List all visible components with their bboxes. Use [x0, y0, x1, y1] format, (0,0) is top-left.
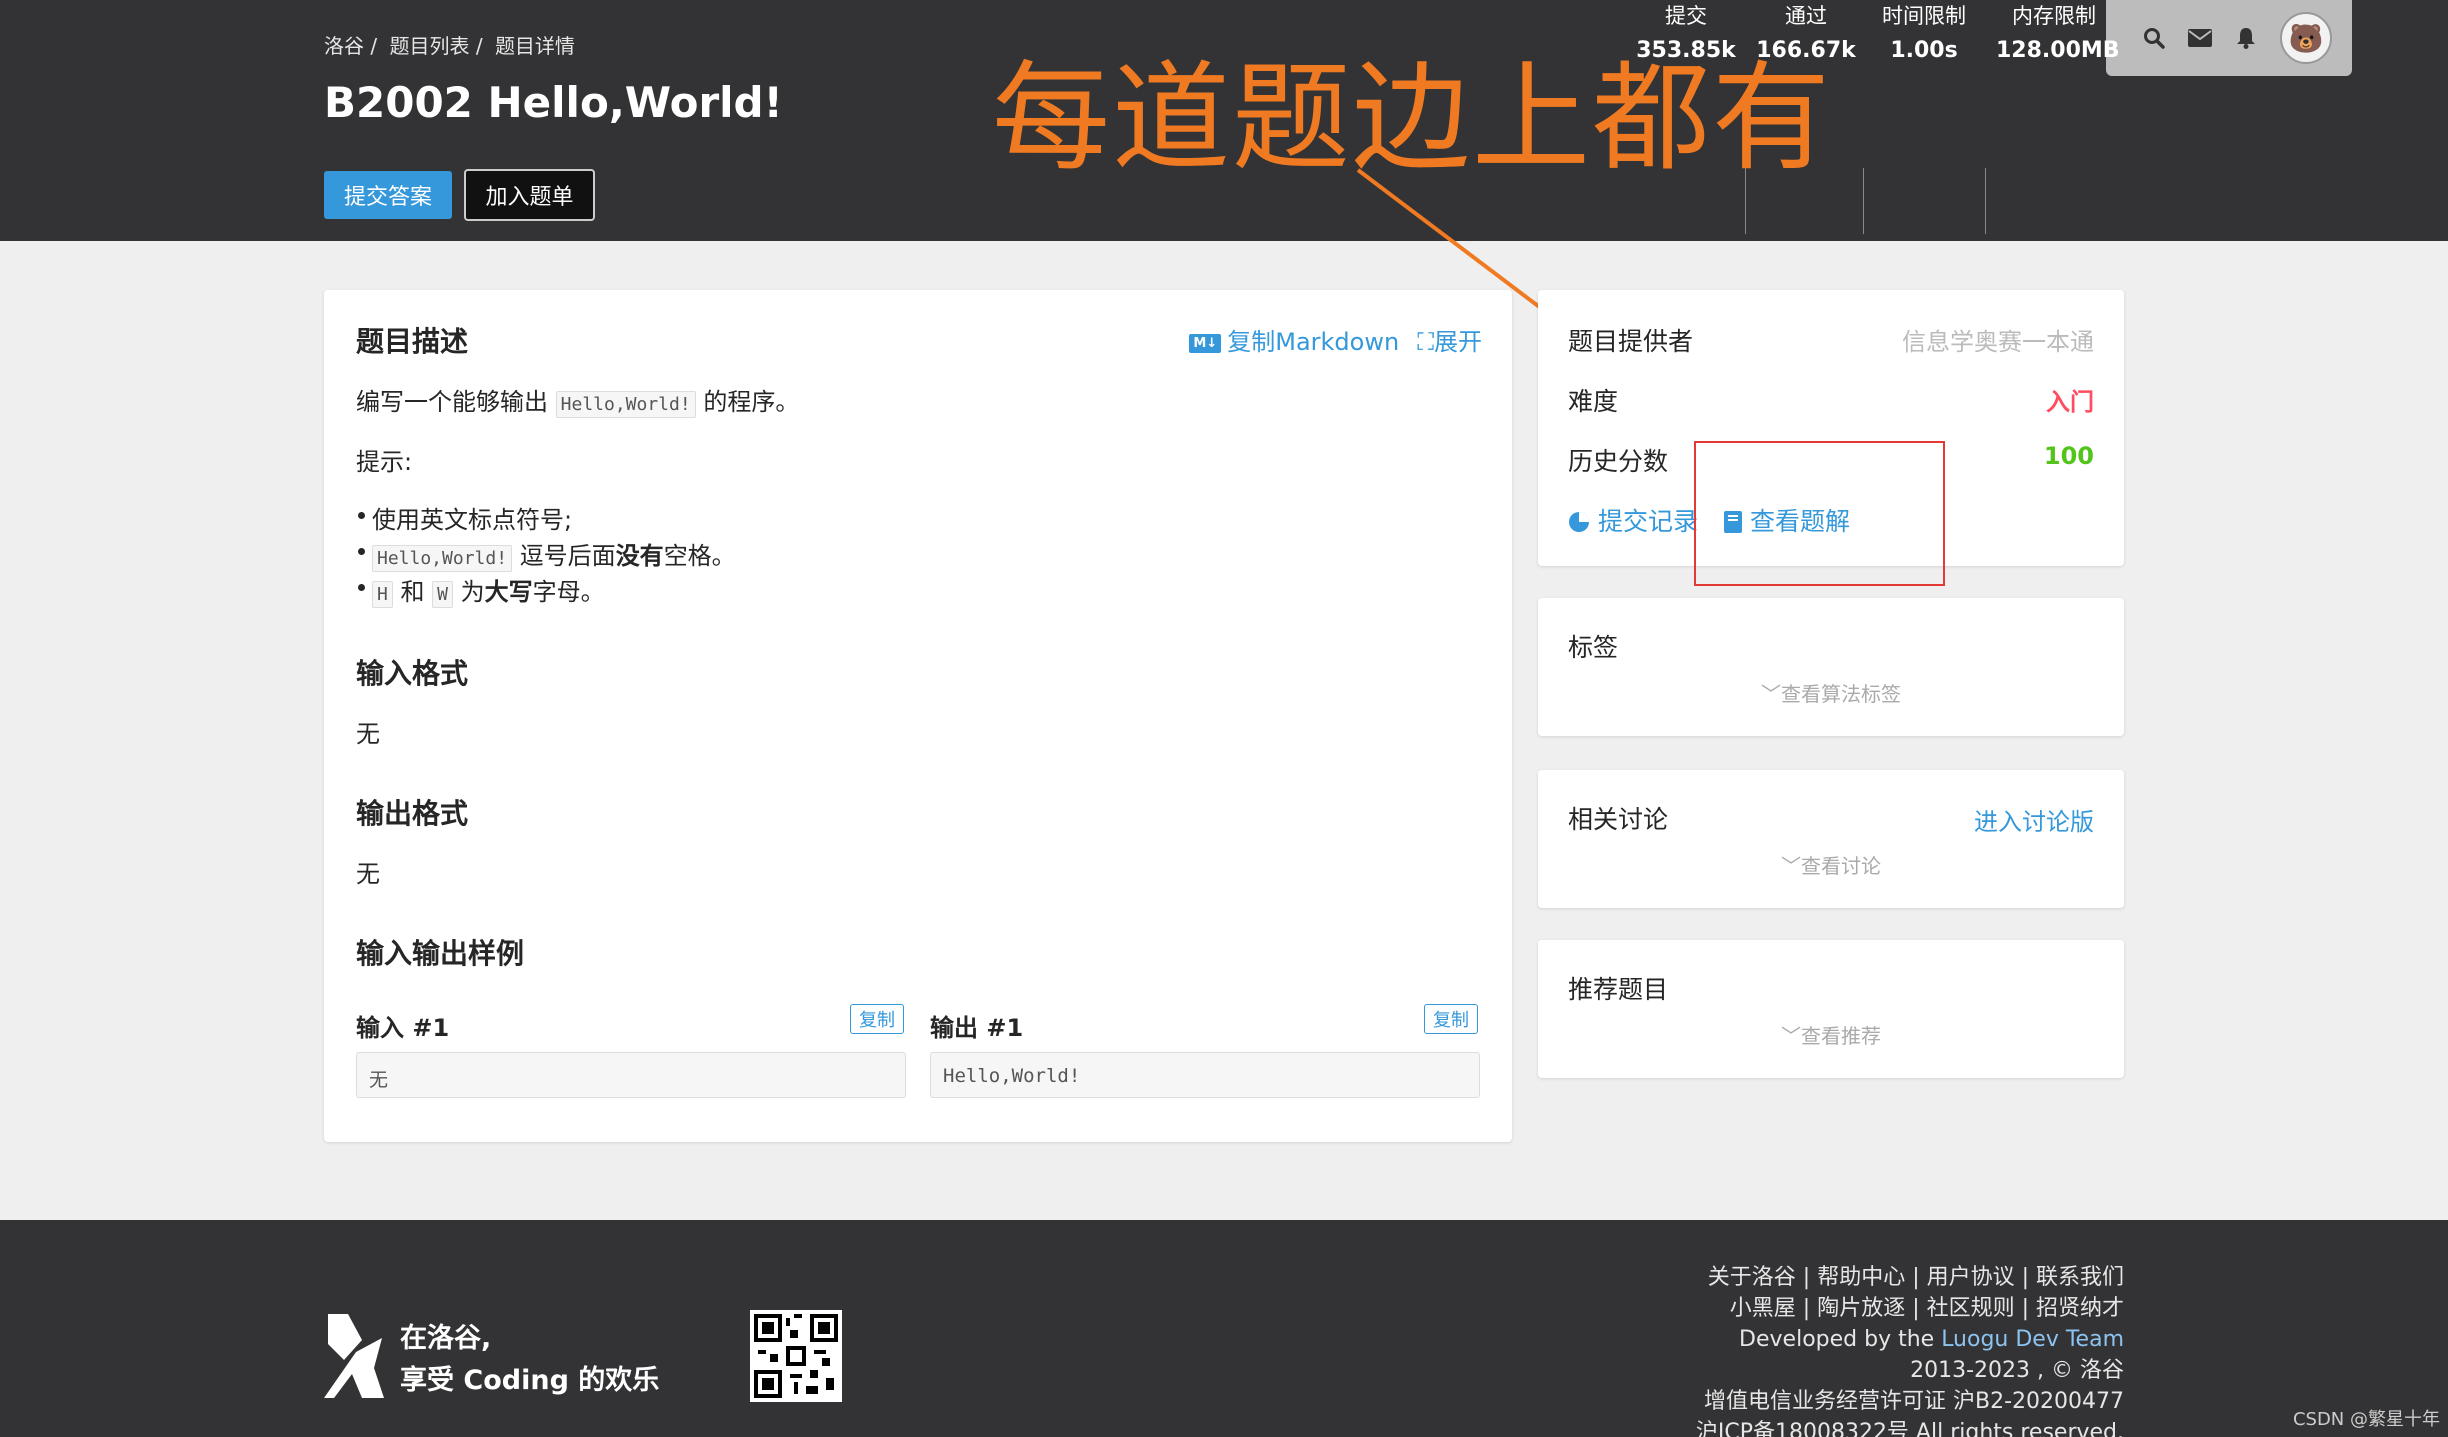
view-tags-toggle[interactable]: ﹀查看算法标签 [1538, 678, 2124, 707]
hint-bullet: Hello,World! 逗号后面没有空格。 [358, 536, 736, 572]
copy-output-button[interactable]: 复制 [1424, 1004, 1478, 1034]
sample-input-label: 输入 #1 [356, 1014, 450, 1042]
csdn-watermark: CSDN @繁星十年 [2292, 1409, 2440, 1430]
hint-bullet: 使用英文标点符号; [357, 500, 572, 535]
difficulty-label: 难度 [1568, 387, 1619, 416]
footer-slogan: 在洛谷, 享受 Coding 的欢乐 [400, 1318, 659, 1402]
desc-code: Hello,World! [555, 391, 696, 418]
chevron-down-icon: ﹀ [1781, 854, 1801, 878]
bullet-text: 空格。 [663, 542, 736, 570]
samples-title: 输入输出样例 [356, 937, 525, 970]
bullet-text: 逗号后面 [519, 542, 616, 570]
provider-value[interactable]: 信息学奥赛一本通 [1902, 322, 2094, 357]
dev-team-link[interactable]: Luogu Dev Team [1941, 1327, 2124, 1352]
footer-dev: Developed by the Luogu Dev Team [1696, 1324, 2124, 1355]
pie-chart-icon [1568, 507, 1590, 536]
input-format-text: 无 [356, 720, 380, 748]
copy-input-button[interactable]: 复制 [850, 1004, 904, 1034]
footer-license[interactable]: 增值电信业务经营许可证 沪B2-20200477 [1696, 1386, 2124, 1417]
view-discussion-label: 查看讨论 [1801, 854, 1881, 878]
bullet-code: Hello,World! [372, 545, 513, 572]
bullet-bold: 没有 [615, 542, 664, 570]
qr-code [750, 1310, 842, 1402]
desc-suffix: 的程序。 [703, 388, 800, 416]
score-value: 100 [2043, 442, 2094, 470]
discussion-card: 相关讨论 进入讨论版 ﹀查看讨论 [1538, 770, 2124, 908]
sample-input-box: 无 [356, 1052, 906, 1098]
submission-records-link[interactable]: 提交记录 [1568, 502, 1698, 538]
tags-title: 标签 [1568, 633, 1619, 662]
problem-content-card: 题目描述 M↓ 复制Markdown ⛶展开 编写一个能够输出 Hello,Wor… [324, 290, 1512, 1142]
records-label: 提交记录 [1597, 507, 1698, 536]
view-tags-label: 查看算法标签 [1781, 682, 1901, 706]
slogan-line: 享受 Coding 的欢乐 [400, 1365, 660, 1396]
bullet-code: H [372, 581, 393, 608]
output-format-title: 输出格式 [356, 797, 469, 830]
slogan-line: 在洛谷, [400, 1323, 492, 1354]
discussion-title: 相关讨论 [1568, 805, 1669, 834]
expand-label: 展开 [1434, 328, 1482, 356]
chevron-down-icon: ﹀ [1781, 1024, 1801, 1048]
chevron-down-icon: ﹀ [1761, 682, 1781, 706]
footer-links-row[interactable]: 小黑屋 | 陶片放逐 | 社区规则 | 招贤纳才 [1696, 1293, 2124, 1324]
copy-markdown-button[interactable]: M↓ 复制Markdown [1189, 322, 1399, 357]
bullet-text: 为 [460, 578, 485, 606]
luogu-logo-icon [324, 1314, 384, 1398]
bullet-code: W [432, 581, 453, 608]
expand-icon: ⛶ [1417, 328, 1434, 356]
description-toolbar: M↓ 复制Markdown ⛶展开 [1189, 322, 1482, 357]
footer-icp[interactable]: 沪ICP备18008322号 All rights reserved. [1696, 1417, 2124, 1437]
description-text: 编写一个能够输出 Hello,World! 的程序。 [356, 382, 800, 418]
hint-title: 提示: [356, 448, 413, 476]
hint-bullet: H 和 W 为大写字母。 [358, 572, 605, 608]
bullet-text: 和 [400, 578, 425, 606]
expand-button[interactable]: ⛶展开 [1417, 322, 1482, 357]
footer-links-row[interactable]: 关于洛谷 | 帮助中心 | 用户协议 | 联系我们 [1696, 1262, 2124, 1293]
footer-copyright: 2013-2023 , © 洛谷 [1910, 1358, 2124, 1383]
footer-links: 关于洛谷 | 帮助中心 | 用户协议 | 联系我们 小黑屋 | 陶片放逐 | 社… [1696, 1262, 2124, 1437]
description-title: 题目描述 [356, 325, 469, 358]
sample-output-box: Hello,World! [930, 1052, 1480, 1098]
tags-card: 标签 ﹀查看算法标签 [1538, 598, 2124, 736]
view-recommend-toggle[interactable]: ﹀查看推荐 [1538, 1020, 2124, 1049]
recommend-card: 推荐题目 ﹀查看推荐 [1538, 940, 2124, 1078]
dev-prefix: Developed by the [1739, 1327, 1942, 1352]
markdown-icon: M↓ [1189, 333, 1222, 353]
enter-discussion-link[interactable]: 进入讨论版 [1974, 802, 2094, 837]
copy-markdown-label: 复制Markdown [1227, 328, 1400, 356]
input-format-title: 输入格式 [356, 657, 469, 690]
bullet-bold: 大写 [484, 578, 533, 606]
view-discussion-toggle[interactable]: ﹀查看讨论 [1538, 850, 2124, 879]
sample-output-label: 输出 #1 [930, 1014, 1024, 1042]
recommend-title: 推荐题目 [1568, 975, 1669, 1004]
difficulty-value: 入门 [2046, 388, 2094, 416]
score-label: 历史分数 [1568, 447, 1669, 476]
bullet-text: 字母。 [532, 578, 605, 606]
annotation-highlight-box [1694, 441, 1945, 586]
provider-label: 题目提供者 [1568, 327, 1694, 356]
output-format-text: 无 [356, 860, 380, 888]
desc-prefix: 编写一个能够输出 [356, 388, 548, 416]
view-recommend-label: 查看推荐 [1801, 1024, 1881, 1048]
